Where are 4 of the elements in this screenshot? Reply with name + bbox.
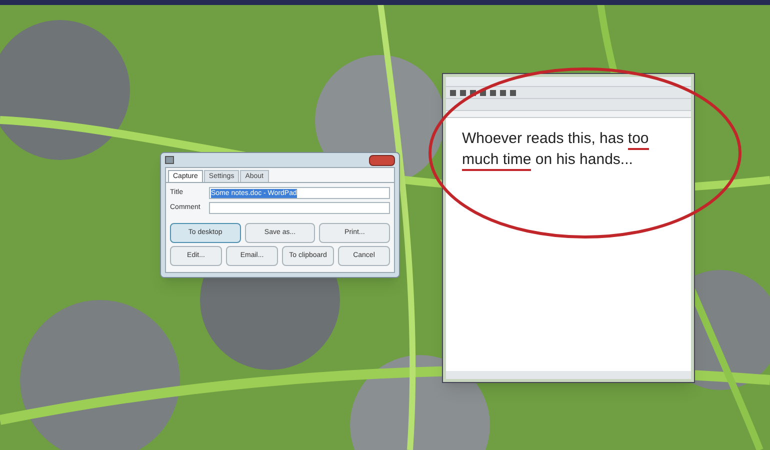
app-icon [165, 156, 174, 164]
text-field[interactable] [209, 202, 390, 214]
document-text: Whoever reads this, has too much time on his hands... [462, 128, 675, 170]
close-button[interactable] [369, 154, 395, 166]
